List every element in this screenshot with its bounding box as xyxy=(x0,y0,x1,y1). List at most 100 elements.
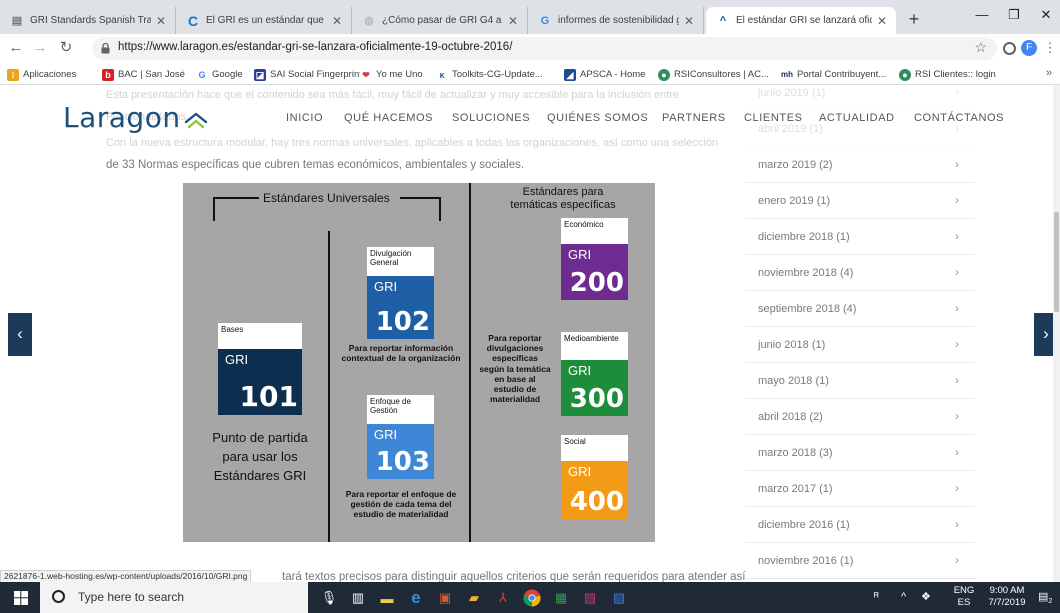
bookmark-apsca[interactable]: ◢ APSCA - Home xyxy=(564,67,645,82)
close-icon[interactable]: ✕ xyxy=(876,14,888,28)
document-icon: ▤ xyxy=(11,15,23,27)
nav-que-hacemos[interactable]: QUÉ HACEMOS xyxy=(344,112,433,124)
gri-101-number: 101 xyxy=(239,380,298,413)
search-placeholder: Type here to search xyxy=(78,590,185,604)
bookmark-label: RSI Clientes:: login xyxy=(915,69,996,80)
chrome-icon[interactable] xyxy=(521,587,543,609)
site-logo[interactable]: Laragon xyxy=(63,101,208,134)
people-icon[interactable]: ᴿ xyxy=(874,591,879,603)
notifications-icon[interactable]: ▤2 xyxy=(1038,591,1052,608)
bookmark-yo-me-uno[interactable]: ❤ Yo me Uno xyxy=(360,67,423,82)
restore-button[interactable]: ❐ xyxy=(999,4,1029,26)
specific-standards-title: Estándares para temáticas específicas xyxy=(510,186,616,211)
task-view-icon[interactable]: ▥ xyxy=(347,587,369,609)
divulgacion-general-label: Divulgación General xyxy=(367,247,434,276)
tab-gri-estandar[interactable]: C El GRI es un estándar que busc ✕ xyxy=(176,7,352,34)
folder-icon[interactable]: ▰ xyxy=(463,587,485,609)
taskbar-search-box[interactable]: Type here to search xyxy=(40,582,308,613)
file-explorer-icon[interactable]: ▬ xyxy=(376,587,398,609)
archive-item-label: abril 2018 (2) xyxy=(758,411,823,423)
clock[interactable]: 9:00 AM 7/7/2019 xyxy=(982,585,1032,609)
divider-line xyxy=(469,183,471,542)
archive-item-label: junio 2018 (1) xyxy=(758,339,826,351)
tab-gri-g4[interactable]: ◍ ¿Cómo pasar de GRI G4 a GRI ✕ xyxy=(352,7,528,34)
social-label: Social xyxy=(561,435,628,461)
new-tab-button[interactable]: + xyxy=(903,8,925,30)
archive-item[interactable]: abril 2018 (2) › xyxy=(745,399,975,435)
gri-standards-infographic[interactable]: Estándares Universales Estándares para t… xyxy=(183,183,655,542)
gri-300-tile: GRI 300 xyxy=(561,360,628,416)
archive-item[interactable]: noviembre 2016 (1) › xyxy=(745,543,975,579)
app-icon[interactable]: ▨ xyxy=(579,587,601,609)
excel-icon[interactable]: ▦ xyxy=(550,587,572,609)
bookmark-rsi-clientes[interactable]: ● RSI Clientes:: login xyxy=(899,67,996,82)
nav-inicio[interactable]: INICIO xyxy=(286,112,323,124)
archive-item[interactable]: diciembre 2018 (1) › xyxy=(745,219,975,255)
close-icon[interactable]: ✕ xyxy=(155,14,167,28)
microphone-icon[interactable]: 🎙 xyxy=(318,587,340,609)
archive-item[interactable]: mayo 2018 (1) › xyxy=(745,363,975,399)
reload-button[interactable]: ↻ xyxy=(56,38,76,58)
bookmark-label: RSIConsultores | AC... xyxy=(674,69,769,80)
laragon-icon: ^ xyxy=(719,14,727,27)
back-button[interactable]: ← xyxy=(6,38,26,58)
nav-quienes-somos[interactable]: QUIÉNES SOMOS xyxy=(547,112,648,124)
gri-102-number: 102 xyxy=(375,307,430,337)
archive-item[interactable]: marzo 2017 (1) › xyxy=(745,471,975,507)
logo-mark-icon xyxy=(184,112,207,129)
pdf-reader-icon[interactable]: ⅄ xyxy=(492,587,514,609)
chevron-right-icon: › xyxy=(955,553,959,567)
bookmarks-bar: ⁞ Aplicaciones b BAC | San José G Google… xyxy=(0,63,1060,85)
extension-circle-icon[interactable] xyxy=(1003,42,1016,55)
forward-button[interactable]: → xyxy=(30,38,50,58)
menu-kebab-icon[interactable]: ⋮ xyxy=(1042,40,1058,56)
app-icon[interactable]: ▧ xyxy=(608,587,630,609)
windows-start-icon[interactable] xyxy=(14,591,28,605)
chevron-right-icon: › xyxy=(955,85,959,99)
edge-icon[interactable]: e xyxy=(405,587,427,609)
archive-item[interactable]: junio 2018 (1) › xyxy=(745,327,975,363)
bookmark-portal[interactable]: mh Portal Contribuyent... xyxy=(781,67,886,82)
bookmark-bac[interactable]: b BAC | San José xyxy=(102,67,185,82)
bookmark-rsiconsultores[interactable]: ● RSIConsultores | AC... xyxy=(658,67,769,82)
archive-item[interactable]: abril 2019 (1) › xyxy=(745,111,975,147)
bookmark-toolkits[interactable]: ᴋ Toolkits-CG-Update... xyxy=(436,67,543,82)
nav-soluciones[interactable]: SOLUCIONES xyxy=(452,112,530,124)
store-icon[interactable]: ▣ xyxy=(434,587,456,609)
bookmark-star-icon[interactable]: ☆ xyxy=(974,39,987,56)
bookmark-sai[interactable]: ◪ SAI Social Fingerprint xyxy=(254,67,362,82)
page-scrollbar[interactable] xyxy=(1053,85,1060,582)
archive-item-label: septiembre 2018 (4) xyxy=(758,303,857,315)
archive-item[interactable]: diciembre 2016 (1) › xyxy=(745,507,975,543)
tab-gri-standards-translation[interactable]: ▤ GRI Standards Spanish Translat ✕ xyxy=(0,7,176,34)
archive-item[interactable]: noviembre 2018 (4) › xyxy=(745,255,975,291)
bookmark-label: Portal Contribuyent... xyxy=(797,69,887,80)
archive-item[interactable]: septiembre 2018 (4) › xyxy=(745,291,975,327)
chevron-up-icon[interactable]: ^ xyxy=(901,591,906,603)
minimize-button[interactable]: — xyxy=(967,4,997,26)
slider-prev-button[interactable]: ‹ xyxy=(8,313,32,356)
language-indicator[interactable]: ENG ES xyxy=(952,585,976,609)
close-icon[interactable]: ✕ xyxy=(331,14,343,28)
profile-avatar[interactable]: F xyxy=(1021,40,1037,56)
gri-400-number: 400 xyxy=(569,487,624,517)
bookmark-apps[interactable]: ⁞ Aplicaciones xyxy=(7,67,76,82)
close-icon[interactable]: ✕ xyxy=(507,14,519,28)
archive-item[interactable]: junio 2019 (1) › xyxy=(745,85,975,111)
archive-item[interactable]: enero 2019 (1) › xyxy=(745,183,975,219)
bookmarks-overflow-button[interactable]: » xyxy=(1046,67,1052,79)
tab-google-search[interactable]: G informes de sostenibilidad gri ✕ xyxy=(528,7,704,34)
nav-partners[interactable]: PARTNERS xyxy=(662,112,726,124)
scrollbar-thumb[interactable] xyxy=(1054,212,1059,312)
gri-word: GRI xyxy=(568,247,592,262)
archive-item[interactable]: marzo 2018 (3) › xyxy=(745,435,975,471)
chevron-right-icon: › xyxy=(955,337,959,351)
archive-item[interactable]: marzo 2019 (2) › xyxy=(745,147,975,183)
address-bar[interactable]: https://www.laragon.es/estandar-gri-se-l… xyxy=(92,37,997,60)
close-icon[interactable]: ✕ xyxy=(683,14,695,28)
dropbox-icon[interactable]: ❖ xyxy=(921,591,931,603)
bookmark-google[interactable]: G Google xyxy=(196,67,243,82)
tab-laragon-active[interactable]: ^ El estándar GRI se lanzará ofic ✕ xyxy=(706,7,896,34)
close-window-button[interactable]: ✕ xyxy=(1031,4,1060,26)
archive-item-label: junio 2019 (1) xyxy=(758,87,826,99)
